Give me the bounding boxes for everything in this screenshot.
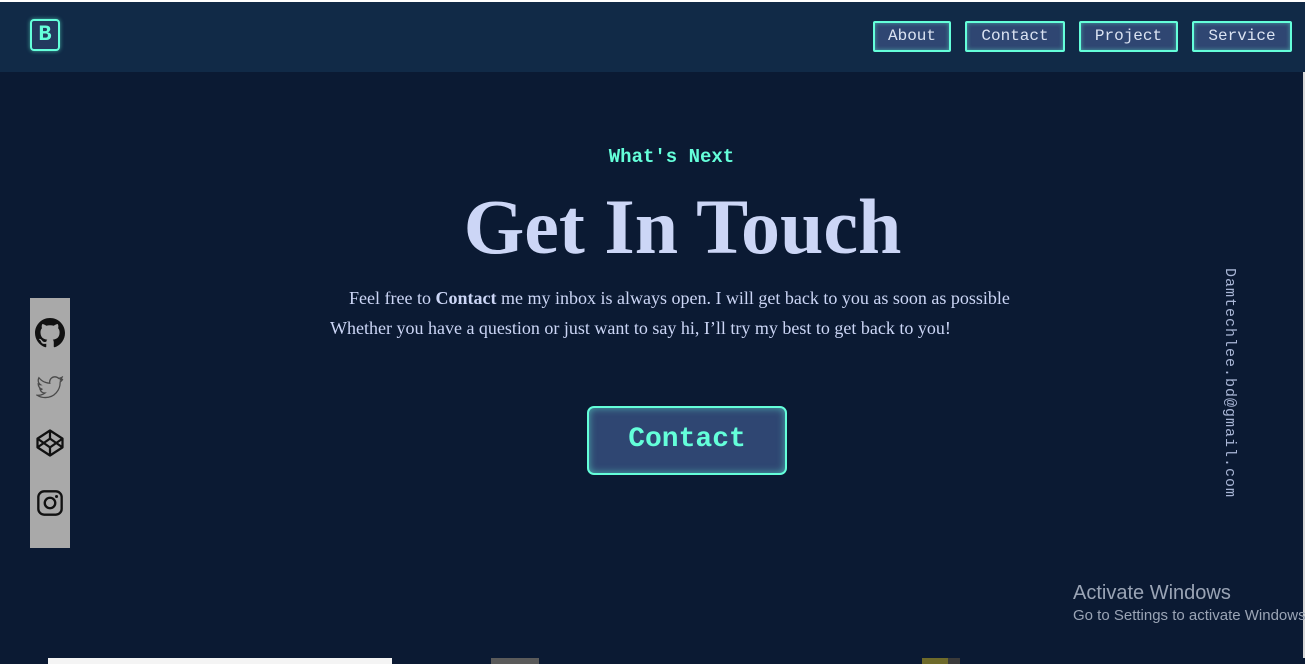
activate-windows-title: Activate Windows: [1073, 582, 1231, 604]
nav-about-button[interactable]: About: [873, 21, 951, 52]
intro-line-2: Whether you have a question or just want…: [330, 318, 951, 338]
contact-cta-button[interactable]: Contact: [587, 406, 787, 475]
github-icon[interactable]: [35, 318, 65, 348]
taskbar-thumbnail: [491, 658, 539, 664]
page-title: Get In Touch: [463, 183, 902, 270]
codepen-icon-glyph: [36, 429, 64, 457]
top-navbar: B About Contact Project Service: [0, 2, 1305, 72]
instagram-icon-glyph: [37, 490, 63, 516]
taskbar-preview-strip: [0, 658, 1305, 664]
intro-line-1-prefix: Feel free to: [349, 288, 436, 308]
email-link-vertical[interactable]: Damtechlee.bd@gmail.com: [1214, 268, 1238, 518]
intro-line-1-suffix: me my inbox is always open. I will get b…: [496, 288, 1010, 308]
codepen-icon[interactable]: [35, 428, 65, 458]
site-logo[interactable]: B: [30, 19, 60, 51]
intro-line-1: Feel free to Contact me my inbox is alwa…: [349, 286, 1010, 310]
nav-contact-button[interactable]: Contact: [965, 21, 1065, 52]
twitter-icon-glyph: [36, 376, 64, 399]
taskbar-thumbnail: [948, 658, 960, 664]
intro-line-1-bold: Contact: [435, 288, 497, 308]
activate-windows-subtitle: Go to Settings to activate Windows.: [1073, 607, 1305, 624]
nav-service-button[interactable]: Service: [1192, 21, 1292, 52]
twitter-icon[interactable]: [35, 373, 65, 403]
taskbar-thumbnail: [922, 658, 948, 664]
social-links-bar: [30, 298, 70, 548]
instagram-icon[interactable]: [35, 488, 65, 518]
nav-project-button[interactable]: Project: [1079, 21, 1178, 52]
github-icon-glyph: [35, 318, 65, 348]
section-eyebrow: What's Next: [608, 146, 735, 168]
taskbar-thumbnail: [48, 658, 392, 664]
